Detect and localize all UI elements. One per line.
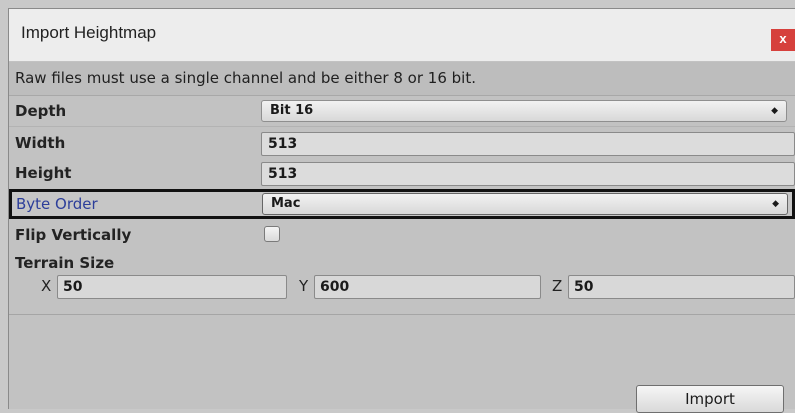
divider (9, 314, 795, 315)
title-bar: Import Heightmap x (9, 9, 795, 61)
height-row: Height 513 (9, 159, 795, 188)
dialog-title: Import Heightmap (21, 23, 157, 42)
y-label: Y (299, 277, 309, 295)
chevron-updown-icon: ◆ (772, 199, 779, 209)
format-notice: Raw files must use a single channel and … (9, 62, 795, 96)
import-heightmap-dialog: Import Heightmap x Raw files must use a … (8, 8, 795, 413)
byte-order-row: Byte Order Mac ◆ (9, 189, 795, 219)
byte-order-label: Byte Order (16, 195, 98, 213)
x-label: X (41, 277, 52, 295)
terrain-x-field[interactable]: 50 (57, 275, 287, 299)
close-icon[interactable]: x (771, 29, 795, 51)
depth-row: Depth Bit 16 ◆ (9, 97, 795, 126)
chevron-updown-icon: ◆ (771, 106, 778, 116)
depth-label: Depth (15, 102, 67, 120)
z-label: Z (552, 277, 563, 295)
height-field[interactable]: 513 (261, 162, 795, 186)
depth-dropdown[interactable]: Bit 16 ◆ (261, 100, 787, 122)
flip-vertically-label: Flip Vertically (15, 226, 132, 244)
terrain-size-fields: X 50 Y 600 Z 50 (9, 273, 795, 302)
width-field[interactable]: 513 (261, 132, 795, 156)
terrain-z-field[interactable]: 50 (568, 275, 795, 299)
depth-value: Bit 16 (270, 103, 314, 118)
terrain-y-field[interactable]: 600 (314, 275, 541, 299)
byte-order-dropdown[interactable]: Mac ◆ (262, 193, 788, 215)
flip-vertically-row: Flip Vertically (9, 221, 795, 250)
flip-vertically-checkbox[interactable] (264, 226, 280, 242)
divider (9, 126, 795, 127)
width-row: Width 513 (9, 129, 795, 158)
height-label: Height (15, 164, 72, 182)
byte-order-value: Mac (271, 196, 301, 211)
width-label: Width (15, 134, 66, 152)
terrain-size-label: Terrain Size (15, 254, 115, 272)
